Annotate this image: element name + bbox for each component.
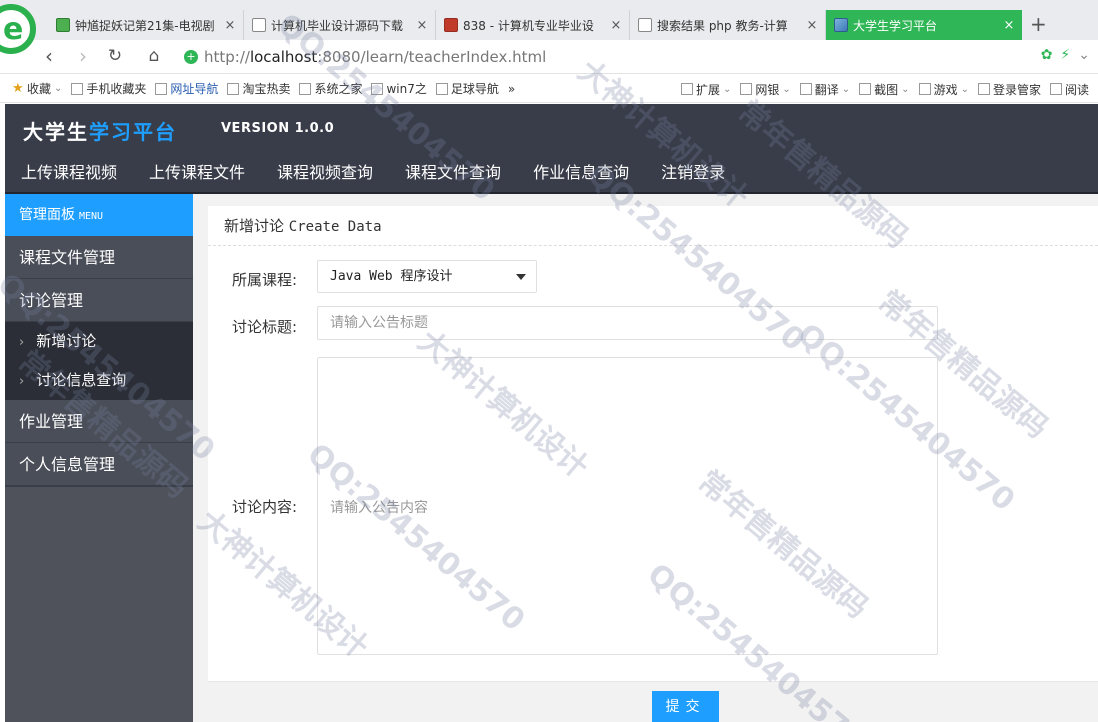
sidebar-submenu: › 新增讨论 › 讨论信息查询 <box>5 322 193 400</box>
close-icon[interactable]: × <box>223 18 237 33</box>
screen: e 钟馗捉妖记第21集-电视剧 × 计算机毕业设计源码下载 × 838 - 计算… <box>0 0 1098 722</box>
book-icon <box>1049 83 1062 95</box>
address-bar[interactable]: + http://localhost:8080/learn/teacherInd… <box>184 45 1004 69</box>
toolbar-extensions: 扩展 ⌄ 网银 ⌄ 翻译 ⌄ 截图 ⌄ 游戏 ⌄ 登录管家 阅读 <box>680 75 1098 102</box>
browser-tab[interactable]: 钟馗捉妖记第21集-电视剧 × <box>48 10 244 40</box>
bookmark-item[interactable]: win7之 <box>371 80 427 97</box>
sidebar-filler <box>5 487 193 722</box>
page-icon <box>155 82 168 95</box>
screenshot-button[interactable]: 截图 ⌄ <box>859 81 910 98</box>
nav-file-query[interactable]: 课程文件查询 <box>389 156 517 192</box>
gamepad-icon <box>918 83 931 95</box>
settings-icon[interactable]: ✿ <box>1041 47 1053 63</box>
chevron-right-icon: › <box>19 335 25 350</box>
shield-icon: + <box>184 50 198 64</box>
login-manager-button[interactable]: 登录管家 <box>977 81 1041 98</box>
reading-button[interactable]: 阅读 <box>1049 81 1089 98</box>
bookmark-item[interactable]: 系统之家 <box>299 80 362 97</box>
page-icon <box>371 82 384 95</box>
sidebar-item-course-files[interactable]: 课程文件管理 <box>5 236 193 279</box>
forward-icon[interactable]: › <box>72 45 94 67</box>
sidebar-item-profile[interactable]: 个人信息管理 <box>5 443 193 486</box>
form-footer: 提交 <box>208 681 1098 722</box>
url-text: http://localhost:8080/learn/teacherIndex… <box>204 48 547 66</box>
browser-tab[interactable]: 搜索结果 php 教务-计算 × <box>630 10 826 40</box>
bookmark-item[interactable]: 淘宝热卖 <box>227 80 290 97</box>
image-icon <box>834 18 848 32</box>
content-label: 讨论内容: <box>232 498 298 516</box>
sidebar-item-discussion-query[interactable]: › 讨论信息查询 <box>5 361 193 400</box>
browser-navbar: ‹ › ↻ ⌂ + http://localhost:8080/learn/te… <box>0 40 1098 74</box>
site-icon <box>444 18 458 32</box>
bookmark-item[interactable]: ★ 收藏 ⌄ <box>12 80 62 97</box>
key-icon <box>977 83 990 95</box>
page-icon <box>252 18 266 32</box>
sidebar-item-homework[interactable]: 作业管理 <box>5 400 193 443</box>
sidebar-header: 管理面板 MENU <box>5 194 193 236</box>
close-icon[interactable]: × <box>805 18 819 33</box>
home-icon[interactable]: ⌂ <box>143 45 165 67</box>
browser-tab-active[interactable]: 大学生学习平台 × <box>826 10 1022 40</box>
close-icon[interactable]: × <box>609 18 623 33</box>
tv-icon <box>56 18 70 32</box>
more-bookmarks-button[interactable]: » <box>508 82 515 96</box>
chevron-down-icon[interactable]: ⌄ <box>1078 47 1090 63</box>
panel-title: 新增讨论 Create Data <box>208 206 1098 246</box>
phone-icon <box>71 82 84 95</box>
page-icon <box>435 82 448 95</box>
bookmark-item[interactable]: 足球导航 <box>435 80 499 97</box>
bank-button[interactable]: 网银 ⌄ <box>740 81 791 98</box>
sidebar: 管理面板 MENU 课程文件管理 讨论管理 › 新增讨论 › 讨论信息查询 作业管理 … <box>5 194 193 722</box>
star-icon: ★ <box>12 80 24 96</box>
page-icon <box>299 82 312 95</box>
address-actions: ✿ ⚡ ⌄ <box>1041 47 1090 63</box>
content-textarea[interactable]: 请输入公告内容 <box>317 357 938 655</box>
nav-upload-video[interactable]: 上传课程视频 <box>5 156 133 192</box>
bookmarks-bar: ★ 收藏 ⌄ 手机收藏夹 网址导航 淘宝热卖 系统之家 win7之 足球导航 » 扩… <box>0 75 1098 103</box>
translate-icon <box>799 83 812 95</box>
version-label: VERSION 1.0.0 <box>221 121 335 136</box>
app-logo: 大学生学习平台 <box>23 120 177 144</box>
back-icon[interactable]: ‹ <box>38 45 60 67</box>
scissors-icon <box>859 83 872 95</box>
main-content: 新增讨论 Create Data 所属课程: Java Web 程序设计 讨论标… <box>193 194 1098 722</box>
sidebar-item-discussion[interactable]: 讨论管理 <box>5 279 193 322</box>
translate-button[interactable]: 翻译 ⌄ <box>799 81 850 98</box>
extensions-button[interactable]: 扩展 ⌄ <box>680 81 731 98</box>
nav-video-query[interactable]: 课程视频查询 <box>261 156 389 192</box>
course-select[interactable]: Java Web 程序设计 <box>317 260 537 293</box>
puzzle-icon <box>680 83 693 95</box>
refresh-icon[interactable]: ↻ <box>104 45 126 67</box>
close-icon[interactable]: × <box>415 18 429 33</box>
top-nav: 上传课程视频 上传课程文件 课程视频查询 课程文件查询 作业信息查询 注销登录 <box>5 156 741 192</box>
nav-upload-file[interactable]: 上传课程文件 <box>133 156 261 192</box>
subject-input[interactable]: 请输入公告标题 <box>317 306 938 340</box>
lightning-icon[interactable]: ⚡ <box>1060 47 1070 63</box>
page-icon <box>638 18 652 32</box>
chevron-right-icon: › <box>19 374 25 389</box>
nav-logout[interactable]: 注销登录 <box>645 156 741 192</box>
browser-tab[interactable]: 计算机毕业设计源码下载 × <box>244 10 436 40</box>
subject-label: 讨论标题: <box>232 318 298 336</box>
new-tab-button[interactable]: + <box>1030 12 1047 36</box>
browser-tab[interactable]: 838 - 计算机专业毕业设 × <box>436 10 630 40</box>
course-label: 所属课程: <box>232 271 298 289</box>
games-button[interactable]: 游戏 ⌄ <box>918 81 969 98</box>
close-icon[interactable]: × <box>1002 18 1016 33</box>
nav-homework-query[interactable]: 作业信息查询 <box>517 156 645 192</box>
caret-down-icon <box>516 274 526 280</box>
bookmark-item[interactable]: 网址导航 <box>155 80 218 97</box>
form-panel: 新增讨论 Create Data 所属课程: Java Web 程序设计 讨论标… <box>208 206 1098 722</box>
sidebar-item-new-discussion[interactable]: › 新增讨论 <box>5 322 193 361</box>
browser-tabstrip: e 钟馗捉妖记第21集-电视剧 × 计算机毕业设计源码下载 × 838 - 计算… <box>0 0 1098 54</box>
submit-button[interactable]: 提交 <box>652 691 719 722</box>
app-header: 大学生学习平台 VERSION 1.0.0 上传课程视频 上传课程文件 课程视频… <box>5 104 1098 194</box>
bank-icon <box>740 83 753 95</box>
bookmark-item[interactable]: 手机收藏夹 <box>71 80 146 97</box>
page-icon <box>227 82 240 95</box>
